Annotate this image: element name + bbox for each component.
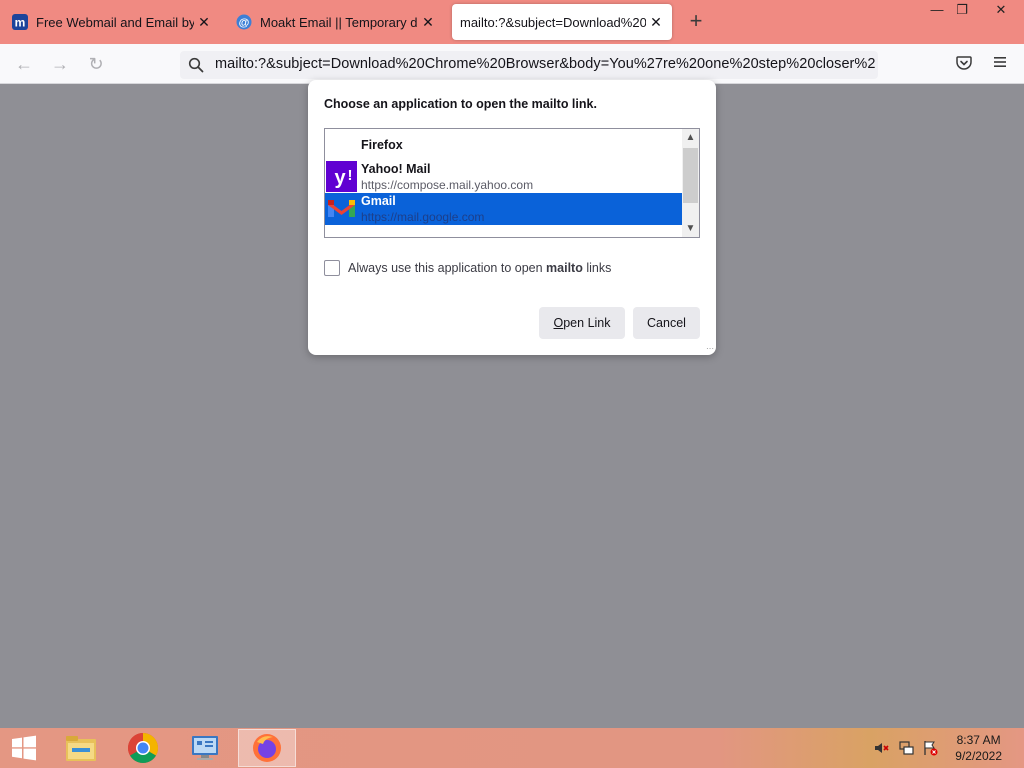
list-scrollbar[interactable]: ▲ ▼ <box>682 129 699 237</box>
chrome-taskbar-icon[interactable] <box>114 729 172 767</box>
pocket-icon[interactable] <box>954 54 974 74</box>
tab-mail-com[interactable]: m Free Webmail and Email by ma ✕ <box>4 4 220 40</box>
forward-arrow-icon[interactable]: → <box>48 52 72 76</box>
file-explorer-taskbar-icon[interactable] <box>52 729 110 767</box>
dialog-heading: Choose an application to open the mailto… <box>324 97 597 111</box>
app-name: Yahoo! Mail <box>361 162 431 176</box>
app-url: https://mail.google.com <box>361 210 485 224</box>
navigation-toolbar: ← → ↻ mailto:?&subject=Download%20Chrome… <box>0 44 1024 84</box>
list-item-yahoo-mail[interactable]: y! Yahoo! Mail https://compose.mail.yaho… <box>325 161 683 193</box>
new-tab-button[interactable]: + <box>684 10 708 34</box>
windows-taskbar: 8:37 AM 9/2/2022 <box>0 728 1024 768</box>
svg-text:!: ! <box>348 167 353 184</box>
yahoo-logo-icon: y! <box>326 161 357 192</box>
firefox-taskbar-icon[interactable] <box>238 729 296 767</box>
tab-title: Free Webmail and Email by ma <box>36 14 194 30</box>
resize-grip-icon[interactable]: ⋯ <box>706 345 714 353</box>
back-arrow-icon[interactable]: ← <box>12 52 36 76</box>
mailto-app-chooser-dialog: Choose an application to open the mailto… <box>308 80 716 355</box>
action-center-flag-icon[interactable] <box>922 740 938 756</box>
close-tab-icon[interactable]: ✕ <box>196 14 212 31</box>
windows-logo-icon <box>12 735 36 761</box>
at-sign-icon: @ <box>236 14 252 30</box>
tab-title: Moakt Email || Temporary dispo <box>260 14 418 30</box>
volume-muted-icon[interactable] <box>874 740 890 756</box>
restore-icon[interactable]: ❐ <box>945 0 979 22</box>
svg-text:y: y <box>334 167 346 189</box>
always-use-row[interactable]: Always use this application to open mail… <box>324 260 611 276</box>
mail-com-icon: m <box>12 14 28 30</box>
tab-moakt[interactable]: @ Moakt Email || Temporary dispo ✕ <box>228 4 444 40</box>
clock-time: 8:37 AM <box>956 733 1001 747</box>
clock-date: 9/2/2022 <box>955 749 1002 763</box>
close-tab-icon[interactable]: ✕ <box>648 14 664 31</box>
start-button[interactable] <box>0 729 48 767</box>
svg-text:@: @ <box>239 17 250 29</box>
gmail-logo-icon <box>326 193 357 224</box>
open-link-button[interactable]: Open Link <box>539 307 625 339</box>
app-name: Gmail <box>361 194 396 208</box>
scroll-up-icon[interactable]: ▲ <box>682 129 699 146</box>
cancel-button[interactable]: Cancel <box>633 307 700 339</box>
search-icon <box>188 57 204 73</box>
always-use-label[interactable]: Always use this application to open mail… <box>348 261 611 275</box>
control-panel-taskbar-icon[interactable] <box>176 729 234 767</box>
url-text[interactable]: mailto:?&subject=Download%20Chrome%20Bro… <box>215 56 875 72</box>
list-item-firefox[interactable]: Firefox <box>325 129 683 161</box>
always-use-checkbox[interactable] <box>324 260 340 276</box>
tab-bar: m Free Webmail and Email by ma ✕ @ Moakt… <box>0 0 1024 44</box>
network-icon[interactable] <box>898 740 914 756</box>
scrollbar-thumb[interactable] <box>683 148 698 203</box>
tab-mailto[interactable]: mailto:?&subject=Download%20Ch ✕ <box>452 4 672 40</box>
tab-title: mailto:?&subject=Download%20Ch <box>460 14 646 30</box>
application-list[interactable]: Firefox y! Yahoo! Mail https://compose.m… <box>324 128 700 238</box>
list-item-gmail[interactable]: Gmail https://mail.google.com <box>325 193 683 225</box>
close-tab-icon[interactable]: ✕ <box>420 14 436 31</box>
hamburger-menu-icon[interactable] <box>990 54 1010 74</box>
app-url: https://compose.mail.yahoo.com <box>361 178 534 192</box>
address-bar[interactable]: mailto:?&subject=Download%20Chrome%20Bro… <box>180 51 878 79</box>
system-clock[interactable]: 8:37 AM 9/2/2022 <box>955 732 1002 764</box>
reload-icon[interactable]: ↻ <box>84 52 108 76</box>
close-window-icon[interactable]: ✕ <box>984 0 1018 22</box>
svg-text:m: m <box>15 16 26 30</box>
scroll-down-icon[interactable]: ▼ <box>682 220 699 237</box>
app-name: Firefox <box>361 138 403 152</box>
